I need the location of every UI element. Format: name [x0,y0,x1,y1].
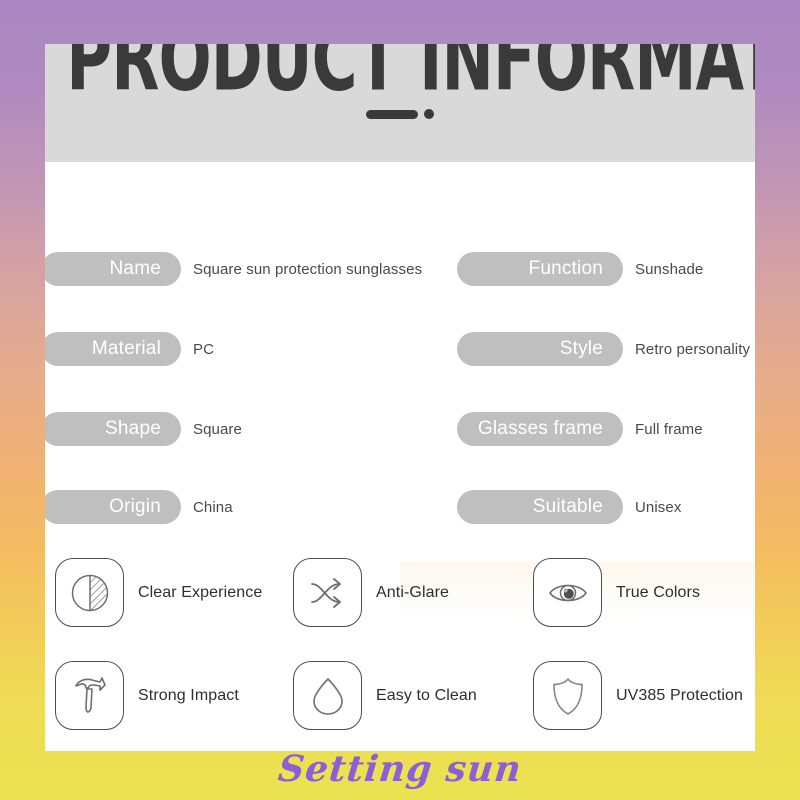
spec-row: Function Sunshade [457,252,703,286]
spec-value-material: PC [193,340,215,358]
spec-row: Material PC [45,332,214,366]
feature-item: Strong Impact [55,661,239,730]
crossing-arrows-icon [293,558,362,627]
feature-label: UV385 Protection [616,686,744,704]
spec-value-function: Sunshade [635,260,704,278]
poster-background: PRODUCT INFORMATION Name Square sun prot… [0,0,800,800]
spec-label-function: Function [457,252,623,286]
feature-item: Clear Experience [55,558,262,627]
feature-label: Clear Experience [138,583,263,601]
product-info-card: PRODUCT INFORMATION Name Square sun prot… [45,44,755,751]
header-band: PRODUCT INFORMATION [45,44,755,162]
spec-row: Origin China [45,490,233,524]
spec-row: Name Square sun protection sunglasses [45,252,422,286]
spec-value-suitable: Unisex [635,498,682,516]
hammer-icon [55,661,124,730]
spec-row: Style Retro personality [457,332,750,366]
feature-label: Anti-Glare [376,583,450,601]
spec-label-shape: Shape [45,412,181,446]
spec-value-origin: China [193,498,233,516]
divider-dot [424,109,434,119]
feature-label: Strong Impact [138,686,239,704]
shield-icon [533,661,602,730]
spec-row: Suitable Unisex [457,490,681,524]
feature-item: True Colors [533,558,700,627]
spec-value-style: Retro personality [635,340,751,358]
half-hatched-circle-icon [55,558,124,627]
spec-label-name: Name [45,252,181,286]
spec-label-material: Material [45,332,181,366]
water-drop-icon [293,661,362,730]
spec-row: Shape Square [45,412,242,446]
feature-item: Anti-Glare [293,558,449,627]
feature-label: True Colors [616,583,701,601]
feature-item: UV385 Protection [533,661,743,730]
spec-value-glasses-frame: Full frame [635,420,703,438]
spec-value-shape: Square [193,420,242,438]
spec-label-glasses-frame: Glasses frame [457,412,623,446]
spec-label-origin: Origin [45,490,181,524]
divider-bar [366,109,418,119]
eye-icon [533,558,602,627]
spec-value-name: Square sun protection sunglasses [193,260,423,278]
spec-row: Glasses frame Full frame [457,412,703,446]
page-title: PRODUCT INFORMATION [66,44,755,112]
spec-list: Name Square sun protection sunglasses Ma… [45,162,755,622]
feature-label: Easy to Clean [376,686,477,704]
spec-label-suitable: Suitable [457,490,623,524]
watermark-text: Setting sun [276,748,524,790]
feature-grid: Clear Experience Anti-Glare True Colors … [45,544,755,751]
title-divider-icon [45,109,755,119]
feature-item: Easy to Clean [293,661,477,730]
spec-label-style: Style [457,332,623,366]
